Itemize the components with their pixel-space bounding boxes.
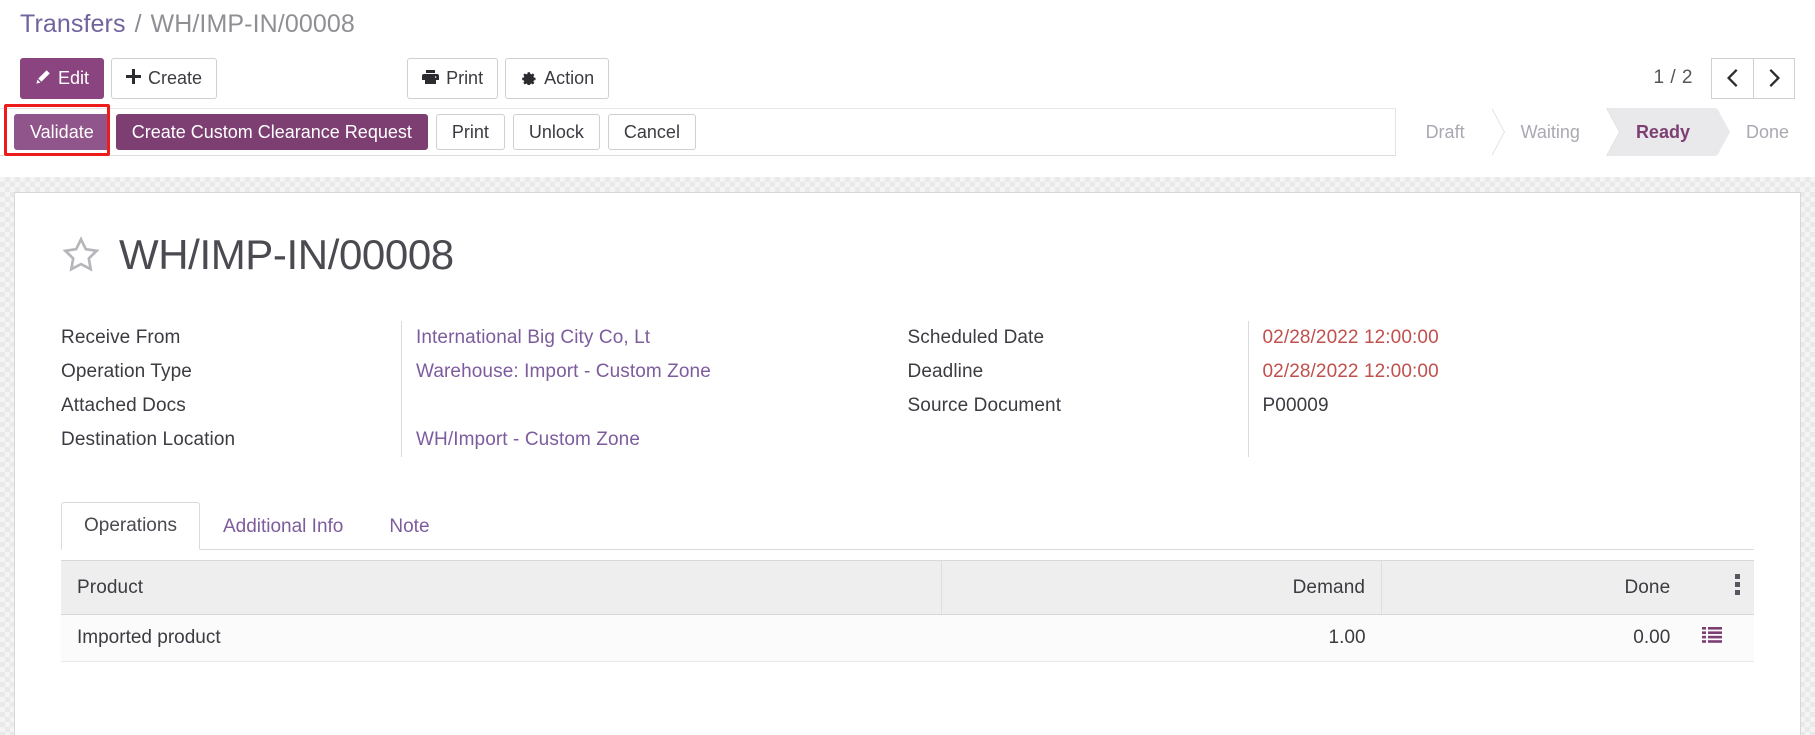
operations-table-head: Product Demand Done [61, 561, 1754, 615]
value-source-document[interactable]: P00009 [1263, 389, 1755, 423]
status-step-done[interactable]: Done [1716, 108, 1815, 156]
notebook-tabs: Operations Additional Info Note [61, 501, 1754, 550]
star-icon[interactable] [61, 235, 101, 275]
breadcrumb-separator: / [135, 10, 142, 39]
status-pipeline: Draft Waiting Ready Done [1395, 108, 1815, 156]
plus-icon [126, 69, 141, 87]
pager-value: 1 / 2 [1654, 67, 1693, 89]
field-group-left: Receive From Operation Type Attached Doc… [61, 321, 908, 457]
cell-detail-action[interactable] [1686, 615, 1754, 662]
status-step-ready[interactable]: Ready [1606, 108, 1716, 156]
edit-button[interactable]: Edit [20, 58, 104, 99]
pager-previous-button[interactable] [1711, 58, 1753, 99]
label-receive-from: Receive From [61, 321, 401, 355]
field-labels-left: Receive From Operation Type Attached Doc… [61, 321, 401, 457]
create-custom-clearance-request-button[interactable]: Create Custom Clearance Request [116, 114, 428, 150]
breadcrumb-current: WH/IMP-IN/00008 [151, 10, 355, 39]
control-panel: Edit Create Print Action 1 / 2 [0, 48, 1815, 108]
cell-done[interactable]: 0.00 [1382, 615, 1687, 662]
column-header-product[interactable]: Product [61, 561, 941, 615]
chevron-left-icon [1726, 69, 1740, 87]
label-scheduled-date: Scheduled Date [908, 321, 1248, 355]
value-deadline[interactable]: 02/28/2022 12:00:00 [1263, 355, 1755, 389]
tab-operations[interactable]: Operations [61, 502, 200, 550]
label-destination-location: Destination Location [61, 423, 401, 457]
table-row[interactable]: Imported product 1.00 0.00 [61, 615, 1754, 662]
field-values-left: International Big City Co, Lt Warehouse:… [401, 321, 908, 457]
cell-product[interactable]: Imported product [61, 615, 941, 662]
pencil-icon [35, 69, 51, 88]
status-step-ready-label: Ready [1636, 122, 1690, 143]
value-attached-docs[interactable] [416, 389, 908, 423]
gear-icon [520, 68, 537, 88]
statusbar: Validate Create Custom Clearance Request… [0, 108, 1815, 156]
column-header-demand[interactable]: Demand [941, 561, 1381, 615]
cancel-button[interactable]: Cancel [608, 114, 696, 150]
kebab-menu-icon [1735, 574, 1740, 595]
record-title-row: WH/IMP-IN/00008 [61, 231, 1754, 279]
print-button[interactable]: Print [436, 114, 505, 150]
label-operation-type: Operation Type [61, 355, 401, 389]
field-labels-right: Scheduled Date Deadline Source Document [908, 321, 1248, 457]
record-sheet: WH/IMP-IN/00008 Receive From Operation T… [14, 192, 1801, 735]
list-detail-icon [1702, 627, 1722, 649]
operations-table: Product Demand Done Imported product 1.0… [61, 560, 1754, 662]
breadcrumb-root-link[interactable]: Transfers [20, 10, 126, 39]
print-menu-label: Print [446, 69, 483, 87]
chevron-right-icon [1767, 69, 1781, 87]
pager: 1 / 2 [1654, 58, 1795, 99]
value-destination-location[interactable]: WH/Import - Custom Zone [416, 423, 908, 457]
status-step-draft[interactable]: Draft [1395, 108, 1491, 156]
printer-icon [422, 69, 439, 88]
table-header-row: Product Demand Done [61, 561, 1754, 615]
status-step-done-label: Done [1746, 122, 1789, 143]
status-step-waiting[interactable]: Waiting [1491, 108, 1606, 156]
status-step-draft-label: Draft [1426, 122, 1465, 143]
edit-button-label: Edit [58, 69, 89, 87]
unlock-button[interactable]: Unlock [513, 114, 600, 150]
label-source-document: Source Document [908, 389, 1248, 423]
page-title: WH/IMP-IN/00008 [119, 231, 454, 279]
field-groups: Receive From Operation Type Attached Doc… [61, 321, 1754, 457]
column-header-done[interactable]: Done [1382, 561, 1687, 615]
column-options-button[interactable] [1686, 561, 1754, 615]
create-button[interactable]: Create [111, 58, 217, 99]
create-button-label: Create [148, 69, 202, 87]
pager-next-button[interactable] [1753, 58, 1795, 99]
label-deadline: Deadline [908, 355, 1248, 389]
breadcrumb: Transfers / WH/IMP-IN/00008 [0, 0, 1815, 48]
field-values-right: 02/28/2022 12:00:00 02/28/2022 12:00:00 … [1248, 321, 1755, 457]
odoo-transfer-form: Transfers / WH/IMP-IN/00008 Edit Create … [0, 0, 1815, 735]
value-scheduled-date[interactable]: 02/28/2022 12:00:00 [1263, 321, 1755, 355]
validate-button[interactable]: Validate [14, 114, 110, 150]
value-receive-from[interactable]: International Big City Co, Lt [416, 321, 908, 355]
field-group-right: Scheduled Date Deadline Source Document … [908, 321, 1755, 457]
action-menu-label: Action [544, 69, 594, 87]
status-step-waiting-label: Waiting [1521, 122, 1580, 143]
cell-demand[interactable]: 1.00 [941, 615, 1381, 662]
action-menu-button[interactable]: Action [505, 58, 609, 99]
label-attached-docs: Attached Docs [61, 389, 401, 423]
print-menu-button[interactable]: Print [407, 58, 498, 99]
operations-table-body: Imported product 1.00 0.00 [61, 615, 1754, 662]
tab-additional-info[interactable]: Additional Info [200, 503, 366, 550]
value-operation-type[interactable]: Warehouse: Import - Custom Zone [416, 355, 908, 389]
tab-note[interactable]: Note [366, 503, 452, 550]
